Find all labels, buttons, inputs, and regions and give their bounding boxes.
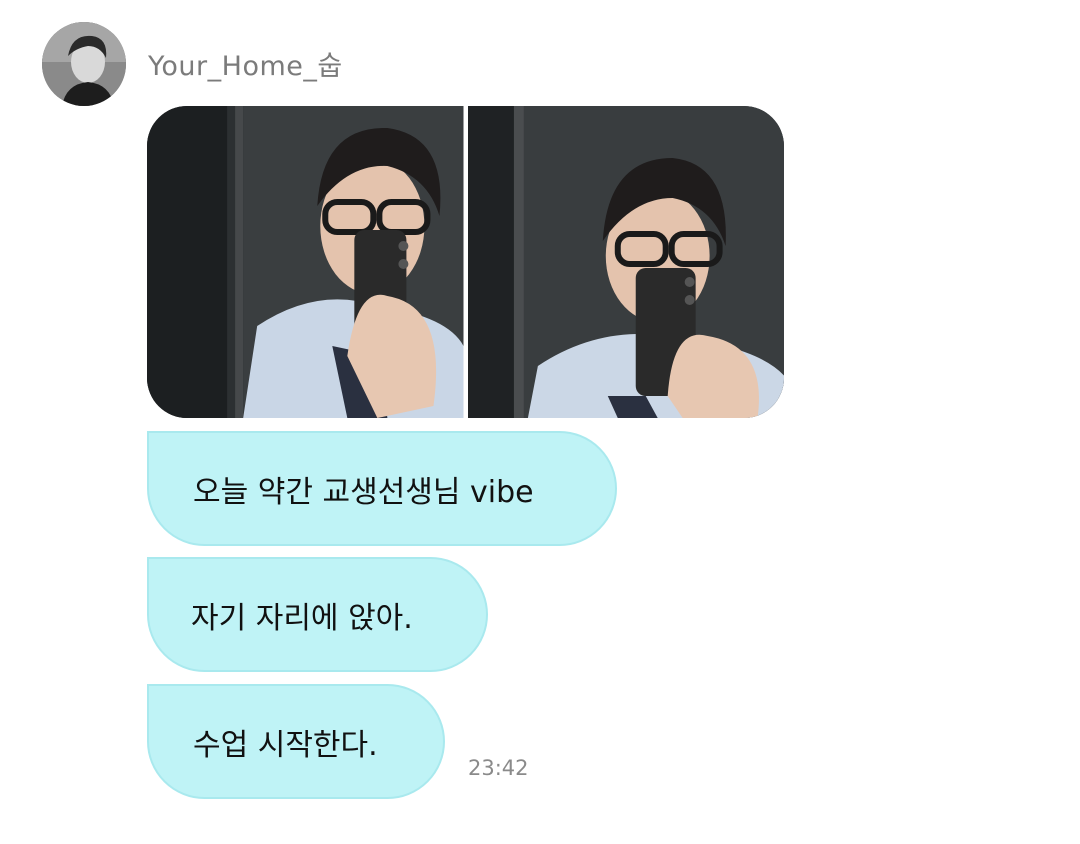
sender-name[interactable]: Your_Home_숩: [148, 44, 343, 83]
photo-left[interactable]: [147, 106, 464, 418]
profile-portrait-icon: [42, 22, 126, 106]
message-bubble[interactable]: 자기 자리에 앉아.: [147, 557, 488, 672]
message-bubble[interactable]: 오늘 약간 교생선생님 vibe: [147, 431, 617, 546]
message-timestamp: 23:42: [468, 756, 529, 780]
sender-avatar[interactable]: [42, 22, 126, 106]
mirror-selfie-photo-right-icon: [467, 106, 784, 418]
message-bubble[interactable]: 수업 시작한다.: [147, 684, 445, 799]
message-text: 자기 자리에 앉아.: [191, 600, 413, 636]
photo-attachment-group[interactable]: [147, 106, 784, 418]
message-text: 수업 시작한다.: [193, 727, 378, 763]
mirror-selfie-photo-left-icon: [147, 106, 464, 418]
message-text: 오늘 약간 교생선생님 vibe: [193, 474, 534, 510]
photo-right[interactable]: [467, 106, 784, 418]
